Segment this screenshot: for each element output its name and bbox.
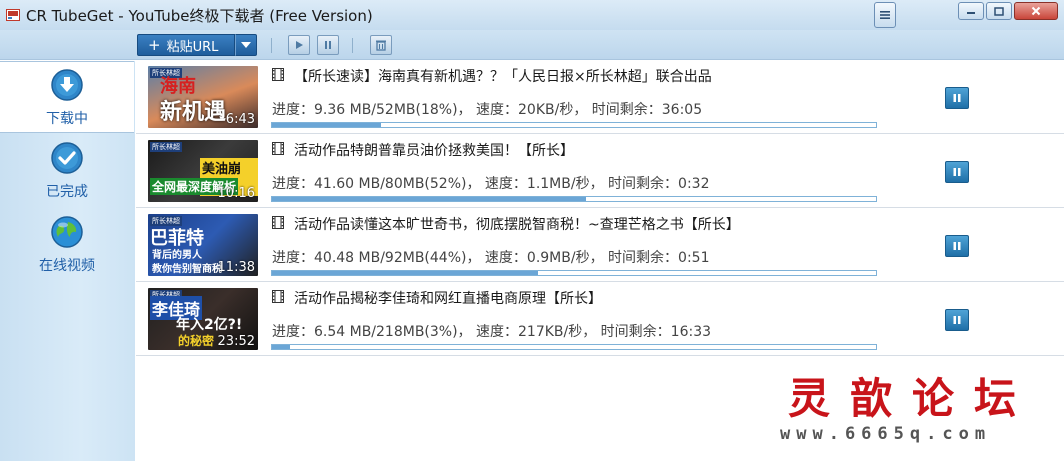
thumbnail-caption: 新机遇 bbox=[160, 100, 227, 125]
watermark-logo: 灵歆论坛 bbox=[788, 374, 1037, 423]
progress-bar bbox=[271, 270, 877, 276]
video-thumbnail: 所长林超 海南 新机遇 6:43 bbox=[148, 66, 258, 128]
pause-icon bbox=[953, 168, 961, 176]
window-controls bbox=[874, 2, 1058, 28]
close-button[interactable] bbox=[1014, 2, 1058, 20]
video-title: 活动作品揭秘李佳琦和网红直播电商原理【所长】 bbox=[294, 291, 602, 307]
globe-icon bbox=[51, 216, 83, 248]
thumbnail-caption: 教你告别智商税 bbox=[152, 264, 222, 275]
checkmark-icon bbox=[51, 142, 83, 174]
maximize-icon bbox=[994, 6, 1004, 16]
app-icon bbox=[6, 9, 20, 21]
close-icon bbox=[1031, 6, 1041, 16]
pause-button[interactable] bbox=[945, 87, 969, 109]
film-icon bbox=[272, 290, 284, 303]
progress-fill bbox=[272, 197, 587, 201]
download-stats: 进度：9.36 MB/52MB(18%)， 速度：20KB/秒， 时间剩余：36… bbox=[272, 102, 703, 118]
video-title: 活动作品特朗普靠员油价拯救美国！【所长】 bbox=[294, 143, 574, 159]
video-title: 【所长速读】海南真有新机遇？？「人民日报×所长林超」联合出品 bbox=[294, 69, 712, 85]
trash-icon bbox=[376, 40, 386, 51]
film-icon bbox=[272, 68, 284, 81]
thumbnail-badge: 所长林超 bbox=[150, 142, 182, 152]
pause-button[interactable] bbox=[945, 235, 969, 257]
toolbar-divider bbox=[352, 38, 353, 53]
video-title: 活动作品读懂这本旷世奇书，彻底摆脱智商税！~查理芒格之书【所长】 bbox=[294, 217, 740, 233]
thumbnail-caption: 背后的男人 bbox=[152, 250, 202, 261]
video-thumbnail: 所长林超 美油崩盘! 全网最深度解析 10:16 bbox=[148, 140, 258, 202]
chevron-down-icon bbox=[241, 42, 251, 48]
pause-icon bbox=[325, 41, 331, 49]
paste-url-label: 粘贴URL bbox=[166, 39, 219, 55]
pause-icon bbox=[953, 94, 961, 102]
video-duration: 23:52 bbox=[217, 334, 255, 349]
toolbar-divider bbox=[271, 38, 272, 53]
minimize-icon bbox=[967, 12, 975, 14]
menu-button[interactable] bbox=[874, 2, 896, 28]
sidebar: 下载中 已完成 在线视频 bbox=[0, 61, 135, 461]
thumbnail-caption: 的秘密 bbox=[178, 334, 215, 348]
sidebar-item-label: 下载中 bbox=[46, 111, 88, 127]
download-row[interactable]: 所长林超 美油崩盘! 全网最深度解析 10:16 活动作品特朗普靠员油价拯救美国… bbox=[136, 135, 1064, 208]
pause-all-button[interactable] bbox=[317, 35, 339, 55]
pause-icon bbox=[953, 316, 961, 324]
toolbar: + 粘贴URL bbox=[0, 30, 1064, 60]
paste-url-dropdown[interactable] bbox=[235, 34, 257, 56]
video-duration: 6:43 bbox=[225, 112, 255, 127]
pause-icon bbox=[953, 242, 961, 250]
sidebar-item-label: 已完成 bbox=[46, 184, 88, 200]
progress-bar bbox=[271, 122, 877, 128]
menu-icon bbox=[880, 11, 890, 19]
paste-url-button[interactable]: + 粘贴URL bbox=[137, 34, 235, 56]
play-icon bbox=[296, 41, 303, 49]
sidebar-item-completed[interactable]: 已完成 bbox=[0, 135, 134, 207]
thumbnail-caption: 年入2亿?! bbox=[176, 317, 243, 333]
film-icon bbox=[272, 142, 284, 155]
video-thumbnail: 所长林超 巴菲特 背后的男人 教你告别智商税 11:38 bbox=[148, 214, 258, 276]
resume-button[interactable] bbox=[288, 35, 310, 55]
pause-button[interactable] bbox=[945, 161, 969, 183]
title-bar: CR TubeGet - YouTube终极下载者 (Free Version) bbox=[0, 0, 1064, 30]
window-title: CR TubeGet - YouTube终极下载者 (Free Version) bbox=[26, 6, 373, 25]
minimize-button[interactable] bbox=[958, 2, 984, 20]
progress-fill bbox=[272, 345, 291, 349]
progress-fill bbox=[272, 123, 381, 127]
watermark-url: www.6665q.com bbox=[780, 424, 992, 444]
download-stats: 进度：40.48 MB/92MB(44%)， 速度：0.9MB/秒， 时间剩余：… bbox=[272, 250, 710, 266]
video-duration: 11:38 bbox=[217, 260, 255, 275]
sidebar-item-label: 在线视频 bbox=[39, 258, 95, 274]
progress-fill bbox=[272, 271, 538, 275]
download-row[interactable]: 所长林超 李佳琦 年入2亿?! 的秘密 23:52 活动作品揭秘李佳琦和网红直播… bbox=[136, 283, 1064, 356]
sidebar-item-downloading[interactable]: 下载中 bbox=[0, 61, 134, 133]
pause-button[interactable] bbox=[945, 309, 969, 331]
plus-icon: + bbox=[148, 36, 161, 54]
progress-bar bbox=[271, 196, 877, 202]
maximize-button[interactable] bbox=[986, 2, 1012, 20]
download-icon bbox=[51, 69, 83, 101]
download-stats: 进度：41.60 MB/80MB(52%)， 速度：1.1MB/秒， 时间剩余：… bbox=[272, 176, 710, 192]
download-row[interactable]: 所长林超 海南 新机遇 6:43 【所长速读】海南真有新机遇？？「人民日报×所长… bbox=[136, 61, 1064, 134]
film-icon bbox=[272, 216, 284, 229]
delete-button[interactable] bbox=[370, 35, 392, 55]
download-stats: 进度：6.54 MB/218MB(3%)， 速度：217KB/秒， 时间剩余：1… bbox=[272, 324, 712, 340]
download-row[interactable]: 所长林超 巴菲特 背后的男人 教你告别智商税 11:38 活动作品读懂这本旷世奇… bbox=[136, 209, 1064, 282]
video-duration: 10:16 bbox=[217, 186, 255, 201]
progress-bar bbox=[271, 344, 877, 350]
sidebar-item-online-video[interactable]: 在线视频 bbox=[0, 209, 134, 281]
video-thumbnail: 所长林超 李佳琦 年入2亿?! 的秘密 23:52 bbox=[148, 288, 258, 350]
